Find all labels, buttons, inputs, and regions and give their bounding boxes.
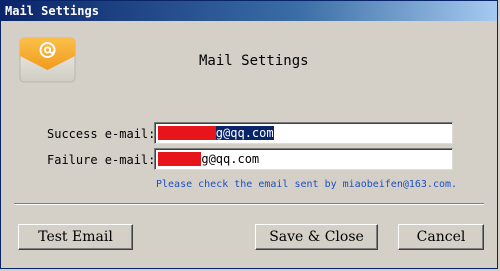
title-bar[interactable]: Mail Settings — [1, 1, 497, 21]
hint-text: Please check the email sent by miaobeife… — [156, 179, 458, 190]
success-email-label: Success e-mail: — [47, 127, 156, 141]
failure-email-suffix: g@qq.com — [201, 152, 260, 166]
success-email-redaction: xxxxxxxx — [158, 126, 216, 140]
header-title: Mail Settings — [199, 53, 309, 69]
success-email-selection: xxxxxxxxg@qq.com — [158, 126, 274, 140]
test-email-button[interactable]: Test Email — [18, 224, 133, 250]
mail-settings-window: Mail Settings Mail Settings Success e-ma… — [0, 0, 498, 269]
mail-envelope-icon — [18, 36, 77, 84]
cancel-button[interactable]: Cancel — [398, 224, 484, 250]
success-email-suffix: g@qq.com — [215, 126, 274, 140]
success-email-field[interactable]: xxxxxxxxg@qq.com — [154, 122, 453, 144]
failure-email-field[interactable]: xxxxxxg@qq.com — [154, 148, 453, 170]
failure-email-redaction: xxxxxx — [158, 152, 202, 166]
failure-email-label: Failure e-mail: — [47, 153, 156, 167]
window-title: Mail Settings — [5, 4, 99, 18]
divider — [14, 203, 484, 205]
save-close-button[interactable]: Save & Close — [255, 224, 378, 250]
